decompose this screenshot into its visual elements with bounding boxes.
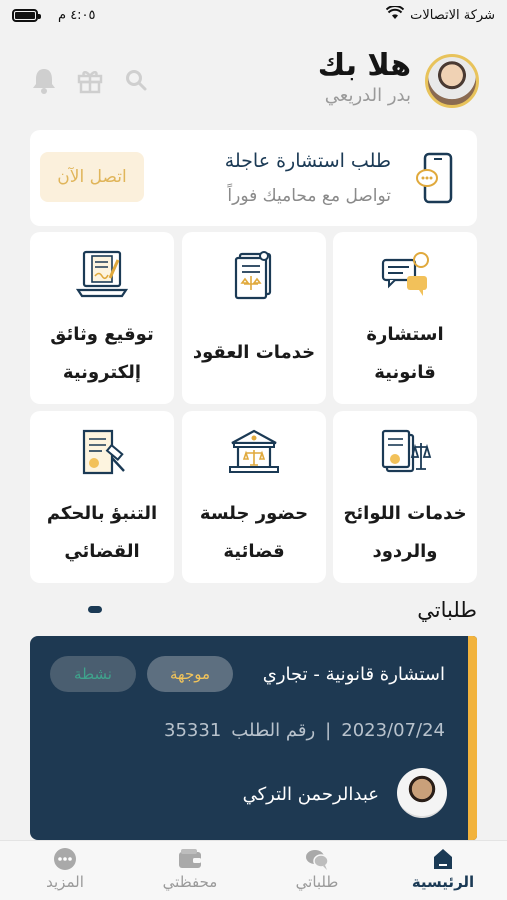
- gift-icon[interactable]: [76, 66, 104, 94]
- greeting-block: هلا بك بدر الدريعي: [318, 48, 411, 108]
- urgent-title: طلب استشارة عاجلة: [224, 150, 391, 172]
- request-accent-bar: [468, 636, 477, 840]
- contract-document-icon: [226, 246, 282, 306]
- more-icon: [10, 845, 120, 873]
- urgent-consultation-card[interactable]: طلب استشارة عاجلة تواصل مع محاميك فوراً …: [30, 130, 477, 226]
- wallet-icon: [135, 845, 245, 873]
- service-label: التنبؤ بالحكم القضائي: [46, 503, 158, 562]
- service-label: خدمات العقود: [192, 342, 316, 363]
- tab-more[interactable]: المزيد: [10, 845, 120, 891]
- status-right: شركة الاتصالات: [385, 5, 495, 24]
- my-requests-title: طلباتي: [417, 598, 477, 622]
- regulations-scale-icon: [377, 425, 433, 485]
- search-icon[interactable]: [122, 66, 150, 94]
- wifi-icon: [385, 5, 405, 24]
- status-badge-active: نشطة: [50, 656, 136, 692]
- home-icon: [388, 845, 498, 873]
- request-date: 2023/07/24: [341, 720, 445, 741]
- meta-separator: |: [325, 720, 332, 741]
- requests-chat-icon: [262, 845, 372, 873]
- request-meta: 2023/07/24 | رقم الطلب 35331: [164, 720, 445, 741]
- greeting-title: هلا بك: [317, 48, 411, 83]
- battery-icon: [12, 8, 41, 22]
- courthouse-icon: [226, 425, 282, 485]
- service-e-signature[interactable]: توقيع وثائق إلكترونية: [30, 232, 174, 404]
- gavel-document-icon: [74, 425, 130, 485]
- tab-label: طلباتي: [295, 873, 339, 891]
- tab-wallet[interactable]: محفظتي: [135, 845, 245, 891]
- e-signature-laptop-icon: [74, 246, 130, 306]
- notifications-bell-icon[interactable]: [30, 66, 58, 94]
- tab-label: محفظتي: [162, 873, 218, 891]
- user-name: بدر الدريعي: [324, 85, 411, 106]
- request-number: 35331: [164, 720, 222, 741]
- urgent-subtitle: تواصل مع محاميك فوراً: [227, 186, 391, 206]
- service-label: خدمات اللوائح والردود: [343, 503, 467, 562]
- service-label: توقيع وثائق إلكترونية: [50, 324, 154, 383]
- call-now-button[interactable]: اتصل الآن: [40, 152, 144, 202]
- lawyer-avatar: [397, 768, 447, 818]
- service-label: استشارة قانونية: [366, 324, 444, 383]
- status-time: ٤:٠٥ م: [58, 7, 96, 23]
- request-type: استشارة قانونية - تجاري: [262, 664, 445, 685]
- tab-requests[interactable]: طلباتي: [262, 845, 372, 891]
- user-avatar[interactable]: [425, 54, 479, 108]
- tab-label: المزيد: [46, 873, 84, 891]
- status-bar: ٤:٠٥ م شركة الاتصالات: [0, 0, 507, 30]
- phone-chat-icon: [415, 152, 455, 210]
- status-badge-directed: موجهة: [147, 656, 233, 692]
- bottom-tab-bar: الرئيسية طلباتي محفظتي المزيد: [0, 840, 507, 900]
- consultation-chat-icon: [377, 246, 433, 306]
- service-label: حضور جلسة قضائية: [199, 503, 309, 562]
- request-number-label: رقم الطلب: [231, 720, 316, 741]
- service-legal-consultation[interactable]: استشارة قانونية: [333, 232, 477, 404]
- lawyer-name: عبدالرحمن التركي: [242, 784, 379, 805]
- tab-home[interactable]: الرئيسية: [388, 845, 498, 891]
- service-court-session[interactable]: حضور جلسة قضائية: [182, 411, 326, 583]
- service-verdict-prediction[interactable]: التنبؤ بالحكم القضائي: [30, 411, 174, 583]
- tab-label: الرئيسية: [411, 873, 475, 891]
- header: هلا بك بدر الدريعي: [0, 40, 507, 120]
- header-actions: [30, 66, 150, 94]
- request-card[interactable]: استشارة قانونية - تجاري موجهة نشطة 2023/…: [30, 636, 477, 840]
- status-left: ٤:٠٥ م: [12, 8, 96, 23]
- service-contracts[interactable]: خدمات العقود: [182, 232, 326, 404]
- service-regulations[interactable]: خدمات اللوائح والردود: [333, 411, 477, 583]
- carousel-indicator[interactable]: [88, 606, 102, 613]
- carrier-name: شركة الاتصالات: [410, 7, 495, 23]
